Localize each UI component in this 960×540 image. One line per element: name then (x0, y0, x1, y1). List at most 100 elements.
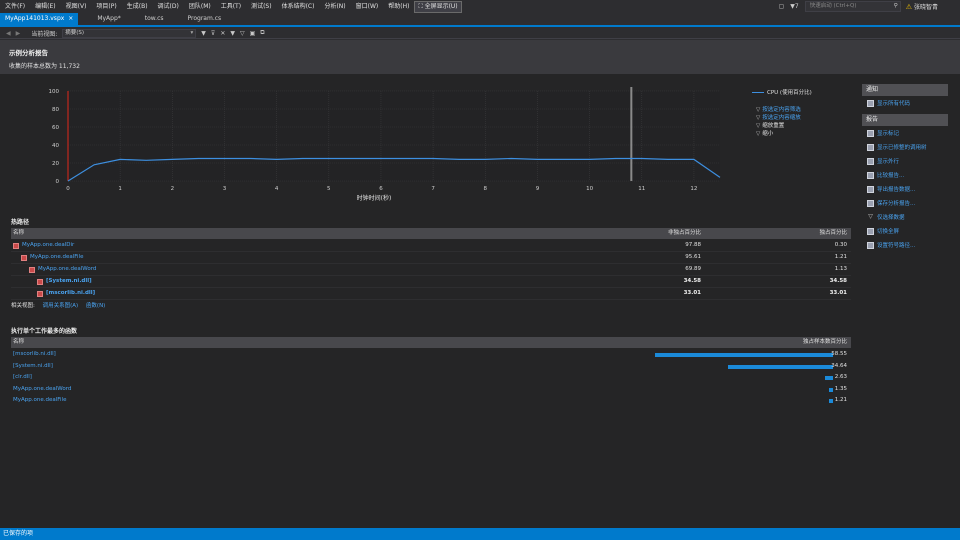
fullscreen-icon (867, 227, 874, 235)
col-exclusive-samples[interactable]: 独占样本数百分比 (751, 337, 847, 348)
exclusive-value: 1.13 (834, 266, 847, 272)
zoom-reset-item[interactable]: ▽ 缩放重置 (756, 122, 812, 130)
functions-link[interactable]: 函数(N) (86, 303, 105, 309)
filter-icon[interactable]: ▼ (201, 30, 206, 37)
function-name[interactable]: [mscorlib.ni.dll] (37, 288, 95, 300)
save-icon[interactable]: ▣ (250, 30, 256, 37)
quick-launch-input[interactable]: 快速启动 (Ctrl+Q) ⚲ (804, 1, 901, 12)
function-row[interactable]: [System.ni.dll] 34.64 (11, 361, 851, 373)
menu-view[interactable]: 视图(V) (61, 0, 92, 13)
hot-path-row[interactable]: [mscorlib.ni.dll] 33.01 33.01 (11, 288, 851, 300)
function-name[interactable]: MyApp.one.dealFile (13, 395, 66, 407)
current-view-value: 摘要(S) (65, 29, 85, 36)
show-trimmed-call-tree-link[interactable]: 显示已修整的调用树 (862, 140, 948, 154)
function-name[interactable]: [System.ni.dll] (37, 276, 92, 288)
tab-vspx[interactable]: MyApp141013.vspx × (0, 13, 79, 25)
function-name[interactable]: MyApp.one.dealWord (29, 264, 96, 276)
function-row[interactable]: [mscorlib.ni.dll] 58.55 (11, 349, 851, 361)
set-symbol-path-link[interactable]: 设置符号路径... (862, 238, 948, 252)
legend-cpu-entry: CPU (使用百分比) (752, 88, 812, 96)
menu-edit[interactable]: 编辑(E) (30, 0, 60, 13)
menu-build[interactable]: 生成(B) (122, 0, 153, 13)
x-axis-label: 时钟时间(秒) (357, 194, 392, 202)
filter-by-selection-link[interactable]: ▽ 按选定内容筛选 (756, 106, 812, 114)
call-graph-link[interactable]: 调用关系图(A) (43, 303, 79, 309)
function-name[interactable]: [clr.dll] (13, 372, 32, 384)
tab-program[interactable]: Program.cs (183, 13, 227, 25)
function-name[interactable]: MyApp.one.dealFile (21, 252, 83, 264)
tab-label: MyApp* (97, 15, 121, 22)
menu-window[interactable]: 窗口(W) (351, 0, 384, 13)
show-outline-link[interactable]: 显示外行 (862, 154, 948, 168)
tab-tow[interactable]: tow.cs (140, 13, 169, 25)
related-views-label: 相关视图: (11, 303, 35, 309)
col-name[interactable]: 名称 (13, 337, 24, 348)
symbol-path-icon (867, 241, 874, 249)
menu-project[interactable]: 项目(P) (91, 0, 121, 13)
filter-data-link[interactable]: ▽ 仅选择数据 (862, 210, 948, 224)
menu-file[interactable]: 文件(F) (0, 0, 30, 13)
zoom-filter-icon[interactable]: ⊽ (211, 30, 215, 37)
hot-path-row[interactable]: MyApp.one.dealFile 95.61 1.21 (11, 252, 851, 264)
user-name[interactable]: 张晓智青 (914, 2, 938, 11)
function-row[interactable]: MyApp.one.dealWord 1.35 (11, 384, 851, 396)
hot-path-row[interactable]: [System.ni.dll] 34.58 34.58 (11, 276, 851, 288)
y-tick-label: 100 (49, 89, 60, 95)
hot-path-row[interactable]: MyApp.one.dealDir 97.88 0.30 (11, 240, 851, 252)
compare-reports-link[interactable]: 比较报告... (862, 168, 948, 182)
side-item-label: 切换全屏 (877, 229, 900, 235)
clear-filter-icon[interactable]: ▽ (240, 30, 245, 37)
exclusive-value: 58.55 (831, 351, 847, 357)
feedback-icon[interactable]: ▢ (779, 3, 785, 10)
function-name[interactable]: [System.ni.dll] (13, 361, 53, 373)
zoom-out-item[interactable]: ▽ 缩小 (756, 130, 812, 138)
function-name[interactable]: [mscorlib.ni.dll] (13, 349, 56, 361)
cpu-usage-chart[interactable]: 020406080100 0 1 2 3 4 5 6 7 8 9 10 11 12 时钟时间(秒) (0, 74, 750, 214)
x-tick-label: 9 (536, 186, 540, 192)
col-exclusive[interactable]: 独占百分比 (801, 228, 847, 239)
fullscreen-button[interactable]: ⛶ 全屏显示(U) (414, 0, 462, 13)
warning-icon[interactable]: ⚠ (906, 3, 912, 11)
function-row[interactable]: MyApp.one.dealFile 1.21 (11, 395, 851, 407)
menu-team[interactable]: 团队(M) (184, 0, 216, 13)
plot-area (68, 91, 720, 181)
function-name[interactable]: MyApp.one.dealWord (13, 384, 71, 396)
x-tick-label: 1 (118, 186, 122, 192)
function-row[interactable]: [clr.dll] 2.63 (11, 372, 851, 384)
export-report-data-link[interactable]: 导出报告数据... (862, 182, 948, 196)
report-body: 0 20 40 60 80 100 0 1 2 3 4 5 6 7 8 9 10 11 12 时钟时间(秒) CP… (0, 74, 960, 528)
search-icon[interactable]: ⚲ (894, 2, 898, 11)
menu-test[interactable]: 测试(S) (246, 0, 277, 13)
menu-tools[interactable]: 工具(T) (216, 0, 246, 13)
toggle-fullscreen-link[interactable]: 切换全屏 (862, 224, 948, 238)
menu-architecture[interactable]: 体系结构(C) (277, 0, 320, 13)
back-arrow-icon[interactable]: ◀ (6, 30, 11, 37)
x-tick-label: 8 (484, 186, 488, 192)
forward-arrow-icon[interactable]: ▶ (16, 30, 21, 37)
inclusive-value: 33.01 (683, 290, 701, 296)
close-icon[interactable]: × (68, 15, 73, 22)
y-tick-label: 20 (52, 161, 59, 167)
side-item-label: 仅选择数据 (877, 215, 905, 221)
show-all-code-link[interactable]: 显示所有代码 (862, 96, 948, 110)
menu-debug[interactable]: 调试(D) (153, 0, 184, 13)
notification-flag[interactable]: ▼7 (790, 3, 798, 10)
function-name[interactable]: MyApp.one.dealDir (13, 240, 74, 252)
reset-filter-icon[interactable]: ✕ (220, 30, 225, 37)
compare-icon (867, 171, 874, 179)
col-inclusive[interactable]: 非独占百分比 (651, 228, 701, 239)
menu-analyze[interactable]: 分析(N) (319, 0, 350, 13)
function-name-text: MyApp.one.dealWord (38, 266, 97, 272)
show-markers-link[interactable]: 显示标记 (862, 126, 948, 140)
export-icon[interactable]: ⧉ (260, 29, 264, 37)
save-report-link[interactable]: 保存分析报告... (862, 196, 948, 210)
y-tick-label: 80 (52, 107, 59, 113)
tab-myapp[interactable]: MyApp* (92, 13, 125, 25)
filter-settings-icon[interactable]: ▼ (230, 30, 235, 37)
menu-help[interactable]: 帮助(H) (383, 0, 414, 13)
zoom-by-selection-link[interactable]: ▽ 按选定内容缩放 (756, 114, 812, 122)
col-name[interactable]: 名称 (13, 228, 24, 239)
menu-right: ▢ ▼7 快速启动 (Ctrl+Q) ⚲ ⚠ 张晓智青 (776, 0, 960, 13)
current-view-select[interactable]: 摘要(S) ▾ (62, 28, 197, 38)
hot-path-row[interactable]: MyApp.one.dealWord 69.89 1.13 (11, 264, 851, 276)
